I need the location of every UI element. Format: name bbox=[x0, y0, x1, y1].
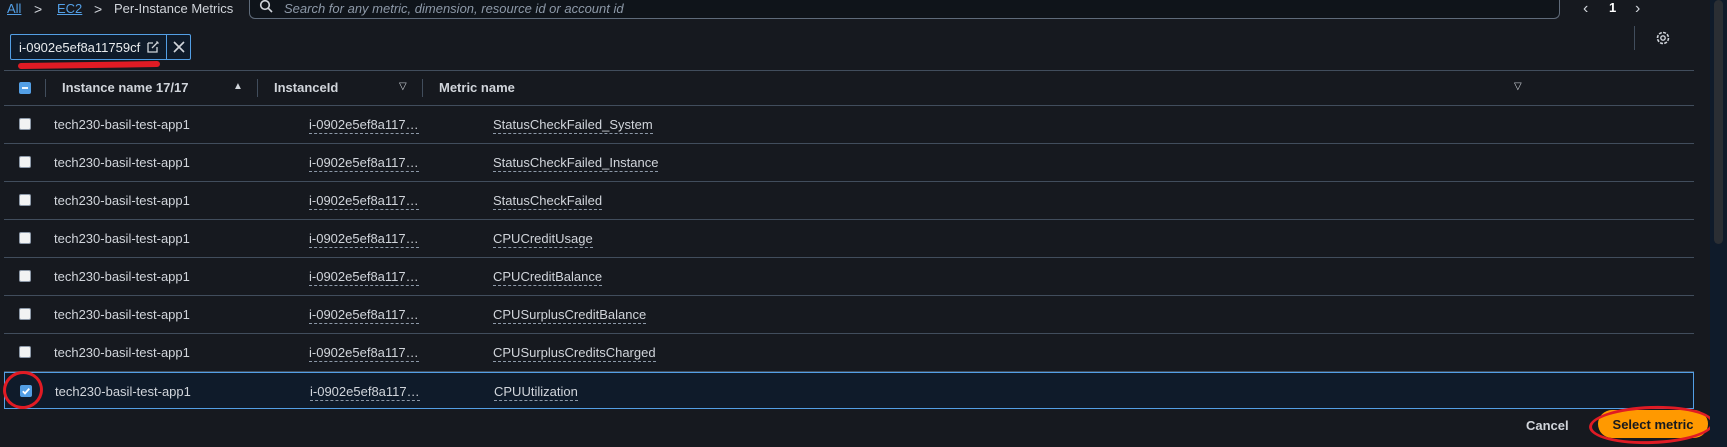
metrics-browser: All > EC2 > Per-Instance Metrics ‹ 1 › i… bbox=[0, 0, 1715, 447]
column-divider bbox=[422, 79, 423, 97]
row-checkbox[interactable] bbox=[19, 270, 31, 282]
scrollbar-thumb[interactable] bbox=[1714, 0, 1723, 244]
breadcrumb-current: Per-Instance Metrics bbox=[114, 1, 234, 16]
metrics-table: Instance name 17/17 ▲ InstanceId ▽ Metri… bbox=[0, 70, 1694, 413]
current-page-number[interactable]: 1 bbox=[1609, 0, 1616, 15]
cancel-button[interactable]: Cancel bbox=[1520, 417, 1575, 434]
table-row[interactable]: tech230-basil-test-app1 i-0902e5ef8a117… S… bbox=[4, 144, 1694, 182]
column-header-instance-id[interactable]: InstanceId bbox=[274, 80, 338, 95]
search-icon bbox=[259, 0, 273, 13]
metric-name-cell[interactable]: CPUCreditUsage bbox=[493, 231, 593, 248]
instance-name-cell: tech230-basil-test-app1 bbox=[54, 269, 190, 284]
instance-id-cell[interactable]: i-0902e5ef8a117… bbox=[309, 307, 419, 324]
gear-icon[interactable] bbox=[1653, 28, 1673, 48]
sort-icon[interactable]: ▽ bbox=[1514, 81, 1522, 92]
instance-name-cell: tech230-basil-test-app1 bbox=[54, 231, 190, 246]
table-row[interactable]: tech230-basil-test-app1 i-0902e5ef8a117… C… bbox=[4, 220, 1694, 258]
instance-id-cell[interactable]: i-0902e5ef8a117… bbox=[309, 269, 419, 286]
breadcrumb-ec2[interactable]: EC2 bbox=[57, 1, 82, 16]
metric-name-cell[interactable]: CPUUtilization bbox=[494, 384, 578, 401]
table-row[interactable]: tech230-basil-test-app1 i-0902e5ef8a117… C… bbox=[4, 296, 1694, 334]
search-input[interactable] bbox=[282, 0, 1546, 19]
table-row[interactable]: tech230-basil-test-app1 i-0902e5ef8a117… C… bbox=[4, 258, 1694, 296]
modal-footer: Cancel Select metric bbox=[0, 403, 1715, 447]
breadcrumb-all[interactable]: All bbox=[7, 1, 21, 16]
minus-icon bbox=[22, 87, 28, 89]
remove-filter-button[interactable] bbox=[166, 35, 190, 59]
instance-name-cell: tech230-basil-test-app1 bbox=[54, 117, 190, 132]
breadcrumb-separator: > bbox=[34, 1, 43, 17]
row-checkbox[interactable] bbox=[19, 156, 31, 168]
column-header-metric-name[interactable]: Metric name bbox=[439, 80, 515, 95]
metric-name-cell[interactable]: CPUSurplusCreditsCharged bbox=[493, 345, 656, 362]
divider bbox=[1634, 26, 1635, 50]
close-icon bbox=[173, 41, 185, 53]
vertical-scrollbar[interactable] bbox=[1710, 0, 1727, 447]
annotation-underline bbox=[17, 61, 161, 69]
filter-token[interactable]: i-0902e5ef8a11759cf bbox=[10, 34, 192, 60]
instance-id-cell[interactable]: i-0902e5ef8a117… bbox=[310, 384, 420, 401]
top-bar: All > EC2 > Per-Instance Metrics ‹ 1 › bbox=[0, 0, 1710, 22]
instance-name-cell: tech230-basil-test-app1 bbox=[54, 345, 190, 360]
row-checkbox[interactable] bbox=[19, 346, 31, 358]
sort-ascending-icon[interactable]: ▲ bbox=[233, 81, 243, 92]
instance-id-cell[interactable]: i-0902e5ef8a117… bbox=[309, 193, 419, 210]
instance-id-cell[interactable]: i-0902e5ef8a117… bbox=[309, 345, 419, 362]
filter-token-value: i-0902e5ef8a11759cf bbox=[19, 39, 141, 55]
metric-name-cell[interactable]: CPUCreditBalance bbox=[493, 269, 603, 286]
row-checkbox[interactable] bbox=[19, 232, 31, 244]
table-row[interactable]: tech230-basil-test-app1 i-0902e5ef8a117… S… bbox=[4, 106, 1694, 144]
row-checkbox[interactable] bbox=[19, 308, 31, 320]
instance-id-cell[interactable]: i-0902e5ef8a117… bbox=[309, 155, 419, 172]
instance-id-cell[interactable]: i-0902e5ef8a117… bbox=[309, 231, 419, 248]
instance-name-cell: tech230-basil-test-app1 bbox=[54, 307, 190, 322]
next-page-icon[interactable]: › bbox=[1635, 0, 1640, 18]
metric-name-cell[interactable]: StatusCheckFailed_Instance bbox=[493, 155, 659, 172]
metric-name-cell[interactable]: StatusCheckFailed bbox=[493, 193, 603, 210]
select-all-checkbox[interactable] bbox=[19, 82, 31, 94]
metric-name-cell[interactable]: CPUSurplusCreditBalance bbox=[493, 307, 647, 324]
table-header: Instance name 17/17 ▲ InstanceId ▽ Metri… bbox=[4, 70, 1694, 106]
column-divider bbox=[45, 79, 46, 97]
column-header-instance-name[interactable]: Instance name 17/17 bbox=[62, 80, 188, 95]
metric-name-cell[interactable]: StatusCheckFailed_System bbox=[493, 117, 653, 134]
column-divider bbox=[257, 79, 258, 97]
instance-name-cell: tech230-basil-test-app1 bbox=[54, 155, 190, 170]
edit-icon[interactable] bbox=[146, 40, 160, 54]
table-row[interactable]: tech230-basil-test-app1 i-0902e5ef8a117… S… bbox=[4, 182, 1694, 220]
instance-name-cell: tech230-basil-test-app1 bbox=[55, 384, 191, 399]
row-checkbox[interactable] bbox=[19, 194, 31, 206]
previous-page-icon[interactable]: ‹ bbox=[1583, 0, 1588, 18]
sort-icon[interactable]: ▽ bbox=[399, 81, 407, 92]
breadcrumb-separator: > bbox=[94, 1, 103, 17]
row-checkbox[interactable] bbox=[19, 118, 31, 130]
table-row[interactable]: tech230-basil-test-app1 i-0902e5ef8a117… C… bbox=[4, 334, 1694, 372]
table-body: tech230-basil-test-app1 i-0902e5ef8a117… S… bbox=[0, 106, 1694, 413]
instance-name-cell: tech230-basil-test-app1 bbox=[54, 193, 190, 208]
instance-id-cell[interactable]: i-0902e5ef8a117… bbox=[309, 117, 419, 134]
metric-search[interactable] bbox=[249, 0, 1560, 19]
